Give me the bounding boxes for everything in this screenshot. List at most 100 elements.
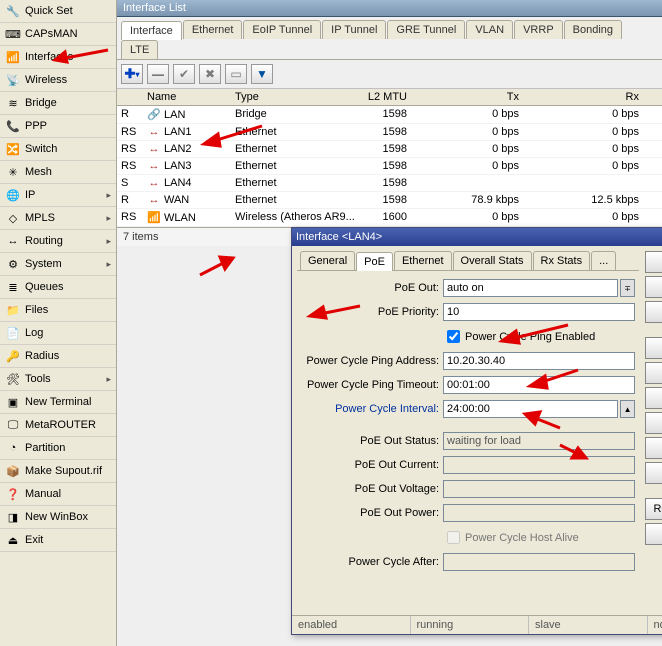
dialog-tab-poe[interactable]: PoE [356, 252, 393, 271]
tab-ethernet[interactable]: Ethernet [183, 20, 243, 39]
row-flag: RS [117, 158, 143, 174]
sidebar-item-wireless[interactable]: 📡Wireless [0, 69, 116, 92]
comment-button[interactable]: Comment [645, 362, 662, 384]
col-l2mtu[interactable]: L2 MTU [357, 89, 411, 105]
ok-button[interactable]: OK [645, 251, 662, 273]
dialog-tab--[interactable]: ... [591, 251, 616, 270]
pcha-label: Power Cycle Host Alive [465, 532, 579, 544]
power-cycle-ping-address-field[interactable] [443, 352, 635, 370]
interface-type: Wireless (Atheros AR9... [231, 209, 357, 226]
table-row[interactable]: S ↔LAN4 Ethernet 1598 [117, 175, 662, 192]
dialog-tab-general[interactable]: General [300, 251, 355, 270]
power-cycle-host-alive-checkbox [447, 531, 460, 544]
dialog-tab-rx-stats[interactable]: Rx Stats [533, 251, 591, 270]
sidebar-item-system[interactable]: ⚙System▸ [0, 253, 116, 276]
sidebar-item-capsman[interactable]: ⌨CAPsMAN [0, 23, 116, 46]
tab-eoip-tunnel[interactable]: EoIP Tunnel [243, 20, 321, 39]
sidebar-item-label: Make Supout.rif [25, 465, 111, 477]
sidebar-item-new-terminal[interactable]: ▣New Terminal [0, 391, 116, 414]
col-tx[interactable]: Tx [411, 89, 523, 105]
sidebar-item-switch[interactable]: 🔀Switch [0, 138, 116, 161]
sidebar-item-routing[interactable]: ↔Routing▸ [0, 230, 116, 253]
tab-bonding[interactable]: Bonding [564, 20, 622, 39]
interface-dialog: Interface <LAN4> ▫ ✕ GeneralPoEEthernetO… [291, 227, 662, 635]
filter-button[interactable]: ▼ [251, 64, 273, 84]
tab-vlan[interactable]: VLAN [466, 20, 513, 39]
sidebar-item-mpls[interactable]: ◇MPLS▸ [0, 207, 116, 230]
table-row[interactable]: RS ↔LAN2 Ethernet 1598 0 bps 0 bps [117, 141, 662, 158]
sidebar-item-manual[interactable]: ❓Manual [0, 483, 116, 506]
chevron-right-icon: ▸ [106, 259, 111, 270]
torch-button[interactable]: Torch [645, 387, 662, 409]
sidebar-item-queues[interactable]: ≣Queues [0, 276, 116, 299]
sidebar-item-metarouter[interactable]: 🖵MetaROUTER [0, 414, 116, 437]
sidebar-item-quick-set[interactable]: 🔧Quick Set [0, 0, 116, 23]
power-cycle-interval-field[interactable] [443, 400, 618, 418]
sidebar-item-partition[interactable]: ◔Partition [0, 437, 116, 460]
remove-button[interactable]: — [147, 64, 169, 84]
comment-button[interactable]: ▭ [225, 64, 247, 84]
dialog-tab-ethernet[interactable]: Ethernet [394, 251, 452, 270]
sidebar-item-ip[interactable]: 🌐IP▸ [0, 184, 116, 207]
pcpa-label: Power Cycle Ping Address: [301, 355, 439, 367]
poe-out-dropdown-icon[interactable]: ∓ [620, 279, 635, 297]
sidebar-item-make-supout-rif[interactable]: 📦Make Supout.rif [0, 460, 116, 483]
table-row[interactable]: RS 📶WLAN Wireless (Atheros AR9... 1600 0… [117, 209, 662, 227]
interface-name: WLAN [164, 212, 196, 224]
status-enabled: enabled [292, 616, 411, 634]
disable-button[interactable]: Disable [645, 337, 662, 359]
col-type[interactable]: Type [231, 89, 357, 105]
sidebar-item-files[interactable]: 📁Files [0, 299, 116, 322]
sidebar-icon: ◨ [5, 509, 21, 525]
blink-button[interactable]: Blink [645, 462, 662, 484]
table-row[interactable]: R 🔗LAN Bridge 1598 0 bps 0 bps [117, 106, 662, 124]
sidebar-item-tools[interactable]: 🛠Tools▸ [0, 368, 116, 391]
reset-mac-address-button[interactable]: Reset MAC Address [645, 498, 662, 520]
power-cycle-ping-timeout-field[interactable] [443, 376, 635, 394]
sidebar-item-log[interactable]: 📄Log [0, 322, 116, 345]
poe-priority-field[interactable] [443, 303, 635, 321]
sidebar-icon: ▣ [5, 394, 21, 410]
disable-button[interactable]: ✖ [199, 64, 221, 84]
tab-vrrp[interactable]: VRRP [514, 20, 563, 39]
pci-up-icon[interactable]: ▲ [620, 400, 635, 418]
table-row[interactable]: RS ↔LAN1 Ethernet 1598 0 bps 0 bps [117, 124, 662, 141]
interface-mtu: 1598 [357, 141, 411, 157]
add-button[interactable]: ✚▾ [121, 64, 143, 84]
poe-out-field[interactable] [443, 279, 618, 297]
tab-lte[interactable]: LTE [121, 40, 158, 59]
table-row[interactable]: R ↔WAN Ethernet 1598 78.9 kbps 12.5 kbps [117, 192, 662, 209]
sidebar-item-ppp[interactable]: 📞PPP [0, 115, 116, 138]
interface-icon: ↔ [147, 143, 161, 155]
col-rx[interactable]: Rx [523, 89, 643, 105]
interface-mtu: 1598 [357, 124, 411, 140]
sidebar-item-radius[interactable]: 🔑Radius [0, 345, 116, 368]
dialog-statusbar: enabledrunningslaveno link [292, 615, 662, 634]
table-row[interactable]: RS ↔LAN3 Ethernet 1598 0 bps 0 bps [117, 158, 662, 175]
tab-gre-tunnel[interactable]: GRE Tunnel [387, 20, 465, 39]
sidebar-item-bridge[interactable]: ≋Bridge [0, 92, 116, 115]
power-cycle-ping-enabled-checkbox[interactable] [447, 330, 460, 343]
reset-counters-button[interactable]: Reset Counters [645, 523, 662, 545]
enable-button[interactable]: ✔ [173, 64, 195, 84]
sidebar-item-interfaces[interactable]: 📶Interfaces [0, 46, 116, 69]
power-cycle-button[interactable]: Power Cycle [645, 412, 662, 434]
apply-button[interactable]: Apply [645, 301, 662, 323]
sidebar-item-new-winbox[interactable]: ◨New WinBox [0, 506, 116, 529]
sidebar-item-exit[interactable]: ⏏Exit [0, 529, 116, 552]
col-name[interactable]: Name [143, 89, 231, 105]
dialog-tab-overall-stats[interactable]: Overall Stats [453, 251, 532, 270]
sidebar-item-label: Quick Set [25, 5, 111, 17]
interface-name: LAN [164, 109, 185, 121]
tab-interface[interactable]: Interface [121, 21, 182, 40]
tab-ip-tunnel[interactable]: IP Tunnel [322, 20, 386, 39]
main-area: Interface List InterfaceEthernetEoIP Tun… [117, 0, 662, 646]
dialog-titlebar[interactable]: Interface <LAN4> ▫ ✕ [292, 228, 662, 246]
pca-label: Power Cycle After: [301, 556, 439, 568]
sidebar-item-label: Partition [25, 442, 111, 454]
cancel-button[interactable]: Cancel [645, 276, 662, 298]
cable-test-button[interactable]: Cable Test [645, 437, 662, 459]
interface-icon: ↔ [147, 194, 161, 206]
poe-out-voltage-field [443, 480, 635, 498]
sidebar-item-mesh[interactable]: ✳Mesh [0, 161, 116, 184]
